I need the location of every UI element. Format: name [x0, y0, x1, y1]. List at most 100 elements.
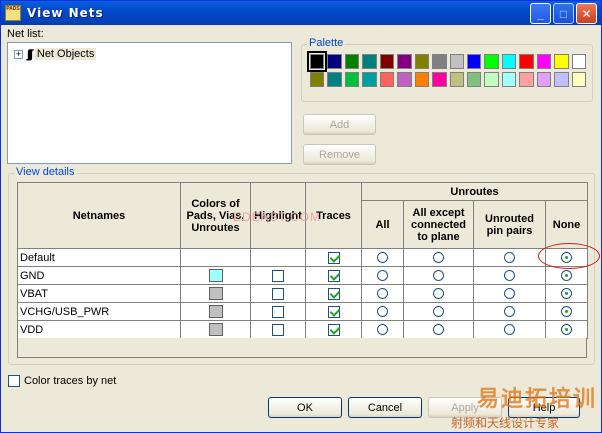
unroute-all-radio[interactable]: [377, 306, 388, 318]
unroute-all-radio[interactable]: [377, 324, 388, 336]
unroute-none-radio[interactable]: [561, 306, 573, 318]
palette-swatch[interactable]: [397, 54, 412, 69]
palette-swatch[interactable]: [466, 72, 482, 87]
palette-swatch[interactable]: [327, 72, 342, 87]
net-color-cell[interactable]: [180, 248, 251, 267]
unroute-cell: [403, 302, 474, 321]
palette-swatch[interactable]: [379, 54, 395, 69]
color-traces-option[interactable]: Color traces by net: [8, 375, 116, 387]
unroute-unrouted-pin-pairs-radio[interactable]: [504, 306, 515, 318]
unroute-unrouted-pin-pairs-radio[interactable]: [504, 270, 515, 282]
highlight-checkbox[interactable]: [272, 305, 284, 318]
net-row[interactable]: VBAT: [17, 284, 589, 303]
unroute-all-except-radio[interactable]: [433, 252, 444, 264]
nets-table: Netnames Colors of Pads, Vias, Unroutes …: [17, 182, 589, 339]
unroute-unrouted-pin-pairs-radio[interactable]: [504, 252, 515, 264]
unroute-none-radio[interactable]: [561, 324, 573, 336]
color-chip[interactable]: [208, 269, 223, 282]
palette-swatch[interactable]: [536, 72, 552, 87]
title-bar[interactable]: PADS View Nets _ □ ✕: [1, 1, 601, 25]
palette-swatch[interactable]: [344, 54, 360, 69]
minimize-button[interactable]: _: [530, 3, 551, 24]
header-all-except[interactable]: All except connected to plane: [403, 200, 474, 249]
header-all[interactable]: All: [361, 200, 404, 249]
maximize-button[interactable]: □: [553, 3, 574, 24]
highlight-checkbox[interactable]: [272, 269, 284, 282]
net-row[interactable]: VDD: [17, 320, 589, 339]
expand-icon[interactable]: +: [14, 49, 23, 59]
unroute-unrouted-pin-pairs-radio[interactable]: [504, 324, 515, 336]
palette-swatch[interactable]: [414, 54, 430, 69]
palette-swatch[interactable]: [344, 72, 360, 87]
palette-swatch[interactable]: [484, 54, 499, 69]
palette-swatch[interactable]: [554, 54, 569, 69]
palette-swatch[interactable]: [414, 72, 430, 87]
unroute-all-except-radio[interactable]: [433, 306, 444, 318]
remove-button[interactable]: Remove: [303, 144, 376, 165]
traces-checkbox[interactable]: [327, 251, 340, 264]
palette-swatch[interactable]: [501, 72, 517, 87]
net-list-tree[interactable]: + ∫∫∫ Net Objects: [7, 42, 292, 164]
unroute-unrouted-pin-pairs-radio[interactable]: [504, 288, 515, 300]
palette-swatch[interactable]: [432, 72, 447, 87]
palette-swatch[interactable]: [310, 72, 325, 87]
net-row[interactable]: Default: [17, 248, 589, 267]
palette-swatch[interactable]: [536, 54, 552, 69]
palette-swatch[interactable]: [571, 54, 586, 69]
color-chip[interactable]: [208, 323, 223, 336]
unroute-none-radio[interactable]: [561, 270, 573, 282]
watermark-text: EDEAST.COM: [233, 210, 322, 224]
header-none[interactable]: None: [544, 200, 589, 249]
color-chip[interactable]: [208, 305, 223, 318]
highlight-checkbox[interactable]: [272, 323, 284, 336]
palette-swatch[interactable]: [449, 72, 464, 87]
header-netnames[interactable]: Netnames: [17, 182, 181, 249]
traces-checkbox[interactable]: [327, 269, 340, 282]
net-name-cell: VCHG/USB_PWR: [17, 302, 181, 321]
unroute-cell: [361, 284, 404, 303]
palette-swatch[interactable]: [362, 72, 377, 87]
unroute-all-radio[interactable]: [377, 288, 388, 300]
unroute-none-radio[interactable]: [561, 288, 573, 300]
highlight-cell: [250, 284, 306, 303]
net-color-cell[interactable]: [180, 320, 251, 339]
palette-swatch[interactable]: [449, 54, 464, 69]
traces-checkbox[interactable]: [327, 287, 340, 300]
palette-swatch[interactable]: [554, 72, 569, 87]
close-button[interactable]: ✕: [576, 3, 597, 24]
palette-swatch[interactable]: [519, 54, 534, 69]
color-chip[interactable]: [208, 287, 223, 300]
header-unrouted-pin-pairs[interactable]: Unrouted pin pairs: [473, 200, 546, 249]
unroute-all-radio[interactable]: [377, 252, 388, 264]
tree-item-net-objects[interactable]: + ∫∫∫ Net Objects: [14, 47, 97, 61]
unroute-all-radio[interactable]: [377, 270, 388, 282]
palette-swatch[interactable]: [519, 72, 534, 87]
cancel-button[interactable]: Cancel: [348, 397, 422, 418]
net-row[interactable]: VCHG/USB_PWR: [17, 302, 589, 321]
net-color-cell[interactable]: [180, 266, 251, 285]
palette-swatch[interactable]: [362, 54, 377, 69]
palette-swatch[interactable]: [327, 54, 342, 69]
unroute-all-except-radio[interactable]: [433, 288, 444, 300]
palette-swatch[interactable]: [501, 54, 517, 69]
highlight-checkbox[interactable]: [272, 287, 284, 300]
traces-checkbox[interactable]: [327, 305, 340, 318]
unroute-all-except-radio[interactable]: [433, 270, 444, 282]
palette-swatch[interactable]: [571, 72, 586, 87]
add-button[interactable]: Add: [303, 114, 376, 135]
net-color-cell[interactable]: [180, 284, 251, 303]
palette-swatch[interactable]: [397, 72, 412, 87]
net-color-cell[interactable]: [180, 302, 251, 321]
net-name-cell: VDD: [17, 320, 181, 339]
traces-checkbox[interactable]: [327, 323, 340, 336]
palette-swatch[interactable]: [466, 54, 482, 69]
unroute-all-except-radio[interactable]: [433, 324, 444, 336]
palette-swatch[interactable]: [379, 72, 395, 87]
watermark-subtitle: 射频和天线设计专家: [451, 416, 560, 430]
ok-button[interactable]: OK: [268, 397, 342, 418]
color-traces-checkbox[interactable]: [8, 375, 20, 387]
palette-swatch[interactable]: [306, 51, 328, 72]
net-row[interactable]: GND: [17, 266, 589, 285]
palette-swatch[interactable]: [432, 54, 447, 69]
palette-swatch[interactable]: [484, 72, 499, 87]
